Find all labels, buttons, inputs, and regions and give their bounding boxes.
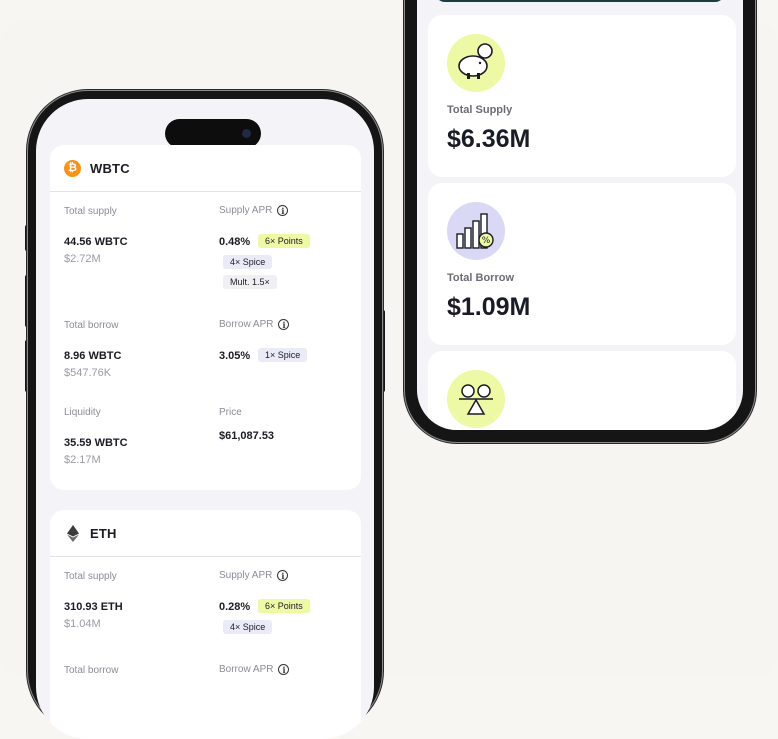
liquidity-label: Liquidity [64,407,101,418]
total-borrow-value: $1.09M [447,293,531,321]
spice-badge: 4× Spice [223,620,273,634]
spice-badge: 4× Spice [223,255,273,269]
total-supply-label: Total supply [64,206,117,217]
camera-icon [242,129,251,138]
dynamic-island [165,119,261,148]
eth-header: ETH [50,510,361,557]
total-supply-value: 310.93 ETH [64,601,123,613]
piggy-bank-icon [447,34,505,92]
total-borrow-label: Total Borrow [447,272,515,284]
borrow-apr-label: Borrow APR i [219,664,290,675]
wbtc-header: ₿ WBTC [50,145,361,192]
top-banner [435,0,725,2]
points-badge: 6× Points [258,599,310,613]
supply-apr-value: 0.48% [219,236,251,248]
total-borrow-label: Total borrow [64,665,119,676]
total-borrow-card: % Total Borrow $1.09M [428,183,736,345]
info-icon[interactable]: i [277,570,289,581]
total-supply-value: $6.36M [447,125,531,153]
borrow-apr-label: Borrow APR i [219,319,290,330]
info-icon[interactable]: i [278,664,290,675]
total-borrow-usd: $547.76K [64,367,112,379]
total-supply-label: Total Supply [447,104,513,116]
asset-name: WBTC [90,160,130,176]
asset-name: ETH [90,525,117,541]
wbtc-market-card[interactable]: ₿ WBTC Total supply Supply APR i 44.56 WB… [50,145,361,490]
spice-badge: 1× Spice [258,348,308,362]
total-supply-usd: $1.04M [64,618,101,630]
supply-apr-label: Supply APR i [219,205,289,216]
liquidity-usd: $2.17M [64,454,101,466]
eth-market-card[interactable]: ETH Total supply Supply APR i 310.93 ETH … [50,510,361,739]
left-phone-frame: ₿ WBTC Total supply Supply APR i 44.56 WB… [28,91,382,739]
liquidity-value: 35.59 WBTC [64,437,128,449]
borrow-apr-value: 3.05% [219,350,251,362]
supply-apr-value: 0.28% [219,601,251,613]
ethereum-icon [64,524,81,542]
total-borrow-value: 8.96 WBTC [64,350,122,362]
supply-apr-label: Supply APR i [219,570,289,581]
total-supply-usd: $2.72M [64,253,101,265]
total-supply-card: Total Supply $6.36M [428,15,736,177]
right-phone-frame: Total Supply $6.36M % Total Borrow $1.09… [405,0,755,442]
price-value: $61,087.53 [219,430,275,442]
total-borrow-label: Total borrow [64,320,119,331]
total-supply-label: Total supply [64,571,117,582]
bar-chart-percent-icon: % [447,202,505,260]
bitcoin-icon: ₿ [64,159,81,177]
price-label: Price [219,407,242,418]
left-phone-screen: ₿ WBTC Total supply Supply APR i 44.56 WB… [36,99,374,739]
svg-text:%: % [482,236,491,246]
right-phone-screen: Total Supply $6.36M % Total Borrow $1.09… [417,0,743,430]
points-badge: 6× Points [258,234,310,248]
balance-scale-icon [447,370,505,428]
multiplier-badge: Mult. 1.5× [223,275,277,289]
info-icon[interactable]: i [277,205,289,216]
liquidity-card [428,351,736,430]
info-icon[interactable]: i [278,319,290,330]
total-supply-value: 44.56 WBTC [64,236,128,248]
